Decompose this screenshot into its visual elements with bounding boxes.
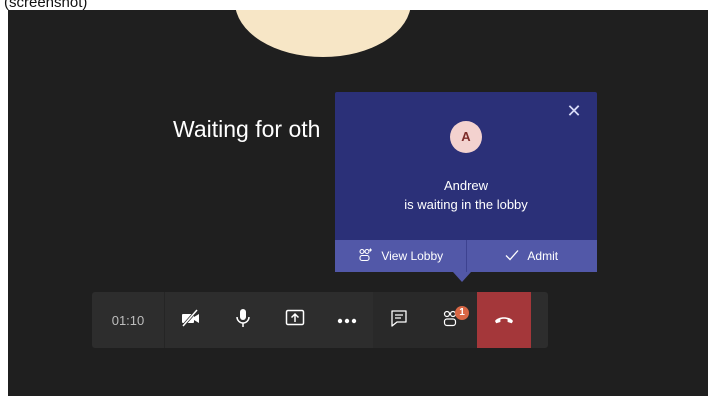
avatar: A — [450, 121, 482, 153]
popup-pointer — [453, 272, 471, 282]
participant-name: Andrew — [443, 178, 489, 193]
call-toolbar: 01:10 1 — [92, 292, 548, 348]
chat-button[interactable] — [373, 292, 425, 348]
checkmark-icon — [505, 249, 519, 264]
share-screen-icon — [285, 309, 305, 332]
view-lobby-label: View Lobby — [381, 249, 444, 263]
close-icon[interactable]: ✕ — [565, 102, 583, 120]
camera-off-icon — [180, 308, 202, 332]
camera-toggle-button[interactable] — [165, 292, 217, 348]
chat-people-group: 1 — [373, 292, 477, 348]
more-actions-button[interactable] — [321, 292, 373, 348]
admit-label: Admit — [527, 249, 559, 263]
phone-hangup-icon — [493, 311, 515, 329]
call-timer: 01:10 — [92, 292, 165, 348]
hang-up-button[interactable] — [477, 292, 531, 348]
admit-button[interactable]: Admit — [465, 240, 598, 272]
microphone-button[interactable] — [217, 292, 269, 348]
lobby-message: is waiting in the lobby — [404, 197, 528, 212]
waiting-message: Waiting for oth — [173, 116, 321, 142]
participant-avatar-circle — [235, 10, 411, 57]
view-lobby-button[interactable]: View Lobby — [335, 240, 466, 272]
meeting-stage: Waiting for oth ✕ A Andrew is waiting in… — [8, 10, 708, 396]
people-add-icon — [357, 248, 373, 265]
notification-badge: 1 — [455, 306, 469, 320]
chat-icon — [390, 309, 408, 332]
participants-button[interactable]: 1 — [425, 292, 477, 348]
more-icon — [337, 311, 357, 329]
lobby-notification: ✕ A Andrew is waiting in the lobby View … — [335, 92, 597, 282]
popup-actions: View Lobby Admit — [335, 240, 597, 272]
microphone-icon — [235, 308, 251, 333]
share-screen-button[interactable] — [269, 292, 321, 348]
